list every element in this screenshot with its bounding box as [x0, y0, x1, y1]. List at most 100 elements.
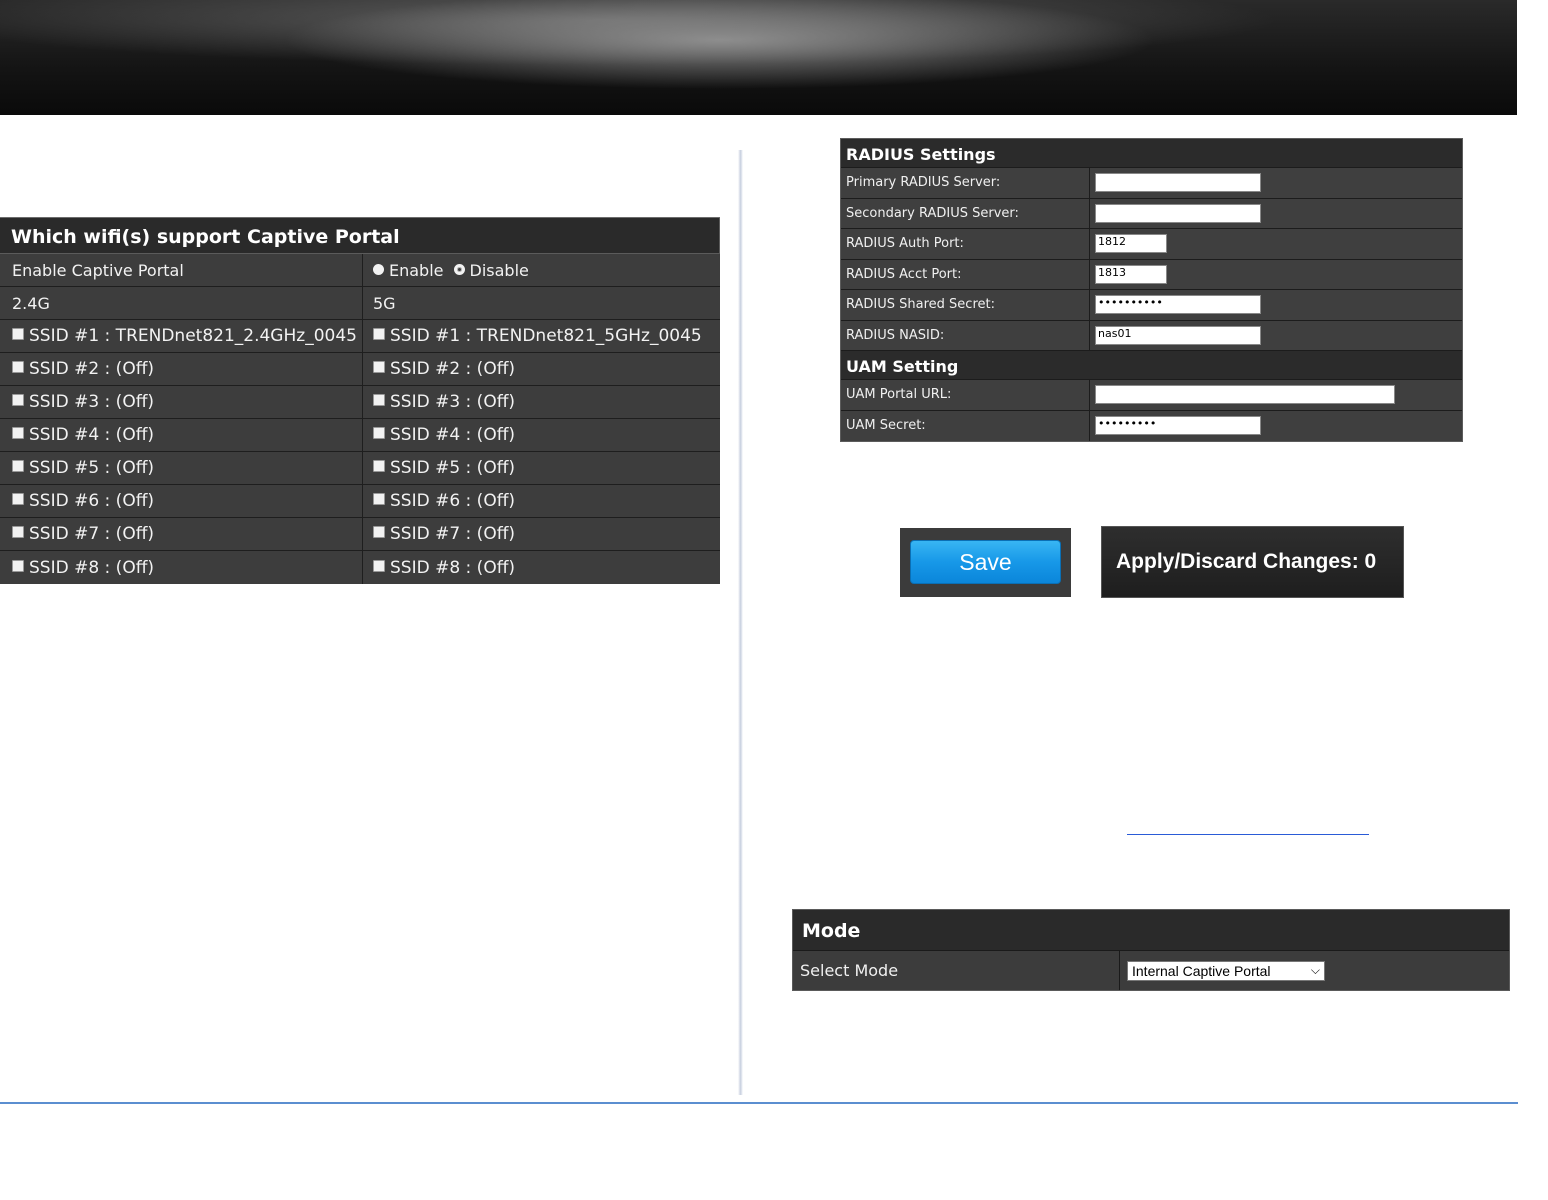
ssid-24-8[interactable]: SSID #8 : (Off) [0, 551, 363, 584]
ssid-24-8-checkbox[interactable] [12, 559, 24, 572]
auth-port-label: RADIUS Auth Port: [841, 229, 1090, 259]
nasid-input[interactable]: nas01 [1095, 325, 1261, 345]
ssid-5-1-checkbox[interactable] [373, 328, 385, 340]
disable-radio-label[interactable]: Disable [470, 261, 529, 280]
ssid-24-2-label: SSID #2 : (Off) [29, 359, 155, 379]
ssid-24-2-checkbox[interactable] [12, 361, 24, 373]
ssid-5-1-label: SSID #1 : TRENDnet821_5GHz_0045 [390, 326, 702, 346]
radius-settings-table: RADIUS Settings Primary RADIUS Server: S… [840, 138, 1463, 442]
ssid-row-4: SSID #4 : (Off) SSID #4 : (Off) [0, 419, 720, 452]
ssid-row-3: SSID #3 : (Off) SSID #3 : (Off) [0, 386, 720, 419]
ssid-5-8[interactable]: SSID #8 : (Off) [363, 551, 720, 584]
shared-secret-label: RADIUS Shared Secret: [841, 290, 1090, 320]
enable-captive-portal-row: Enable Captive Portal Enable Disable [0, 254, 720, 287]
ssid-row-6: SSID #6 : (Off) SSID #6 : (Off) [0, 485, 720, 518]
ssid-24-7-label: SSID #7 : (Off) [29, 524, 155, 544]
mode-title: Mode [793, 910, 1509, 951]
enable-radio-label[interactable]: Enable [389, 261, 444, 280]
auth-port-input[interactable]: 1812 [1095, 234, 1167, 254]
ssid-24-7[interactable]: SSID #7 : (Off) [0, 518, 363, 550]
acct-port-row: RADIUS Acct Port: 1813 [841, 259, 1462, 290]
ssid-5-3-checkbox[interactable] [373, 394, 385, 406]
ssid-5-5-checkbox[interactable] [373, 460, 385, 472]
shared-secret-row: RADIUS Shared Secret: •••••••••• [841, 290, 1462, 321]
ssid-24-5-label: SSID #5 : (Off) [29, 458, 155, 478]
ssid-24-6[interactable]: SSID #6 : (Off) [0, 485, 363, 517]
disable-radio[interactable] [453, 263, 465, 275]
wifi-table-title: Which wifi(s) support Captive Portal [0, 218, 720, 254]
primary-radius-label: Primary RADIUS Server: [841, 168, 1090, 198]
uam-secret-label: UAM Secret: [841, 410, 1090, 441]
apply-discard-button[interactable]: Apply/Discard Changes: 0 [1101, 526, 1404, 598]
ssid-24-1-label: SSID #1 : TRENDnet821_2.4GHz_0045 [29, 326, 357, 346]
header-banner [0, 0, 1517, 115]
secondary-radius-label: Secondary RADIUS Server: [841, 198, 1090, 228]
save-button[interactable]: Save [910, 540, 1061, 584]
ssid-24-4[interactable]: SSID #4 : (Off) [0, 419, 363, 451]
shared-secret-input[interactable]: •••••••••• [1095, 295, 1261, 315]
ssid-row-2: SSID #2 : (Off) SSID #2 : (Off) [0, 353, 720, 386]
ssid-24-6-checkbox[interactable] [12, 493, 24, 505]
chevron-down-icon: ⌵ [1310, 963, 1320, 977]
ssid-5-2-checkbox[interactable] [373, 361, 385, 373]
band-24-header: 2.4G [0, 287, 363, 319]
ssid-5-6-checkbox[interactable] [373, 493, 385, 505]
ssid-24-2[interactable]: SSID #2 : (Off) [0, 353, 363, 385]
uam-secret-row: UAM Secret: ••••••••• [841, 410, 1462, 441]
ssid-24-7-checkbox[interactable] [12, 526, 24, 538]
enable-captive-portal-label: Enable Captive Portal [0, 254, 363, 286]
auth-port-row: RADIUS Auth Port: 1812 [841, 229, 1462, 260]
ssid-5-5-label: SSID #5 : (Off) [390, 458, 516, 478]
ssid-5-6-label: SSID #6 : (Off) [390, 491, 516, 511]
ssid-24-3[interactable]: SSID #3 : (Off) [0, 386, 363, 418]
ssid-5-4[interactable]: SSID #4 : (Off) [363, 419, 720, 451]
band-header-row: 2.4G 5G [0, 287, 720, 320]
ssid-24-4-checkbox[interactable] [12, 427, 24, 439]
ssid-5-7-checkbox[interactable] [373, 526, 385, 538]
ssid-5-5[interactable]: SSID #5 : (Off) [363, 452, 720, 484]
mode-select[interactable]: Internal Captive Portal ⌵ [1127, 960, 1325, 981]
ssid-24-1-checkbox[interactable] [12, 328, 24, 340]
captive-portal-wifi-table: Which wifi(s) support Captive Portal Ena… [0, 217, 720, 584]
ssid-24-3-checkbox[interactable] [12, 394, 24, 406]
primary-radius-input[interactable] [1095, 173, 1261, 193]
band-5-header: 5G [363, 287, 720, 319]
select-mode-label: Select Mode [793, 951, 1120, 990]
enable-captive-portal-options: Enable Disable [363, 254, 720, 286]
ssid-5-7[interactable]: SSID #7 : (Off) [363, 518, 720, 550]
uam-url-label: UAM Portal URL: [841, 380, 1090, 410]
uam-url-row: UAM Portal URL: [841, 380, 1462, 411]
ssid-5-7-label: SSID #7 : (Off) [390, 524, 516, 544]
ssid-5-4-checkbox[interactable] [373, 427, 385, 439]
ssid-24-5-checkbox[interactable] [12, 460, 24, 472]
ssid-24-5[interactable]: SSID #5 : (Off) [0, 452, 363, 484]
secondary-radius-row: Secondary RADIUS Server: [841, 198, 1462, 229]
nasid-row: RADIUS NASID: nas01 [841, 320, 1462, 351]
nasid-label: RADIUS NASID: [841, 320, 1090, 350]
ssid-5-6[interactable]: SSID #6 : (Off) [363, 485, 720, 517]
mode-select-value: Internal Captive Portal [1132, 962, 1271, 979]
ssid-24-1[interactable]: SSID #1 : TRENDnet821_2.4GHz_0045 [0, 320, 363, 352]
uam-url-input[interactable] [1095, 385, 1395, 405]
enable-radio[interactable] [373, 263, 384, 275]
secondary-radius-input[interactable] [1095, 203, 1261, 223]
ssid-24-8-label: SSID #8 : (Off) [29, 557, 155, 578]
ssid-5-3[interactable]: SSID #3 : (Off) [363, 386, 720, 418]
ssid-5-2[interactable]: SSID #2 : (Off) [363, 353, 720, 385]
mode-table: Mode Select Mode Internal Captive Portal… [792, 909, 1510, 991]
uam-secret-input[interactable]: ••••••••• [1095, 416, 1261, 436]
ssid-24-3-label: SSID #3 : (Off) [29, 392, 155, 412]
acct-port-input[interactable]: 1813 [1095, 264, 1167, 284]
primary-radius-row: Primary RADIUS Server: [841, 168, 1462, 199]
ssid-5-8-checkbox[interactable] [373, 559, 385, 572]
footer-divider [0, 1102, 1518, 1104]
ssid-5-8-label: SSID #8 : (Off) [390, 557, 516, 578]
ssid-24-6-label: SSID #6 : (Off) [29, 491, 155, 511]
select-mode-row: Select Mode Internal Captive Portal ⌵ [793, 951, 1509, 990]
column-divider [738, 150, 743, 1095]
uam-setting-title: UAM Setting [841, 351, 1462, 380]
hyperlink-underline [1127, 834, 1369, 835]
ssid-5-1[interactable]: SSID #1 : TRENDnet821_5GHz_0045 [363, 320, 720, 352]
ssid-5-2-label: SSID #2 : (Off) [390, 359, 516, 379]
ssid-row-5: SSID #5 : (Off) SSID #5 : (Off) [0, 452, 720, 485]
